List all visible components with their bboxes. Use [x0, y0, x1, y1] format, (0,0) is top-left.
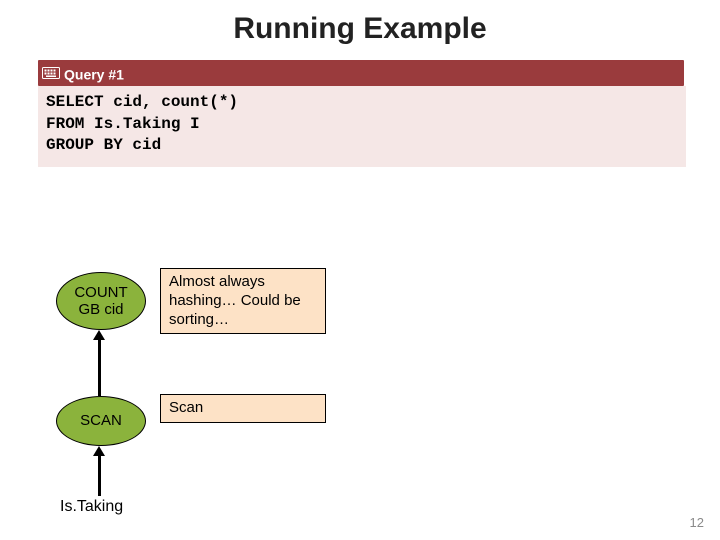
- sql-code-block: SELECT cid, count(*) FROM Is.Taking I GR…: [38, 86, 686, 167]
- keyboard-icon: [42, 61, 60, 87]
- annotation-scan: Scan: [160, 394, 326, 423]
- arrow-leaf-to-scan-head: [93, 446, 105, 456]
- arrow-scan-to-count-head: [93, 330, 105, 340]
- plan-leaf-label: Is.Taking: [60, 498, 123, 516]
- annotation-count: Almost always hashing… Could be sorting…: [160, 268, 326, 334]
- plan-node-scan-label: SCAN: [80, 412, 122, 429]
- plan-node-count-label: COUNT GB cid: [74, 284, 127, 319]
- plan-node-count: COUNT GB cid: [56, 272, 146, 330]
- slide: Running Example Query #1 SELECT cid, cou…: [0, 0, 720, 540]
- query-header-bar: Query #1: [38, 60, 684, 86]
- slide-title: Running Example: [0, 12, 720, 46]
- arrow-scan-to-count-line: [98, 340, 101, 396]
- plan-node-scan: SCAN: [56, 396, 146, 446]
- page-number: 12: [690, 515, 704, 530]
- arrow-leaf-to-scan-line: [98, 456, 101, 496]
- query-header-label: Query #1: [64, 66, 124, 82]
